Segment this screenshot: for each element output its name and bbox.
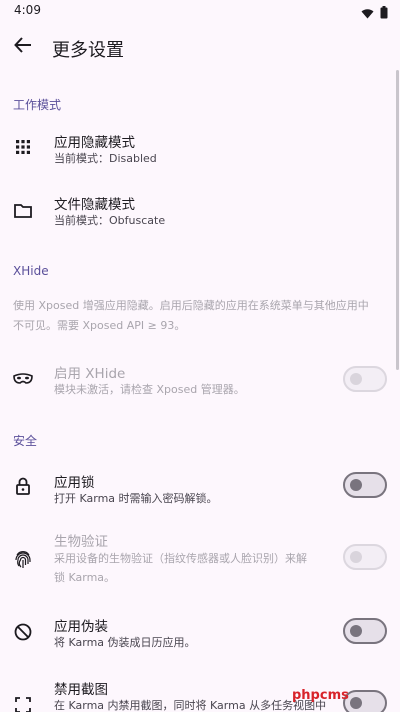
section-header-xhide: XHide [13,264,49,278]
arrow-back-icon [14,37,32,57]
switch-knob [350,373,362,385]
app-lock-title: 应用锁 [54,475,95,491]
file-hide-mode-title: 文件隐藏模式 [54,197,135,213]
app-lock-subtitle: 打开 Karma 时需输入密码解锁。 [54,492,218,505]
disguise-icon [12,621,34,643]
app-hide-mode-subtitle: 当前模式：Disabled [54,152,157,165]
app-bar: 更多设置 [0,24,400,70]
fingerprint-icon [12,548,34,570]
biometric-title: 生物验证 [54,534,108,550]
xhide-info-line-1: 使用 Xposed 增强应用隐藏。启用后隐藏的应用在系统菜单与其他应用中 [13,299,369,312]
disable-screenshot-title: 禁用截图 [54,682,108,698]
lock-icon [12,475,34,497]
section-header-security: 安全 [13,434,38,448]
watermark: phpcms [292,688,349,703]
app-lock-switch[interactable] [343,472,387,498]
status-time: 4:09 [14,3,41,17]
biometric-item[interactable]: 生物验证 采用设备的生物验证（指纹传感器或人脸识别）来解 锁 Karma。 [0,528,400,592]
biometric-subtitle-line-2: 锁 Karma。 [54,571,116,584]
file-hide-mode-item[interactable]: 文件隐藏模式 当前模式：Obfuscate [0,184,400,242]
app-lock-item[interactable]: 应用锁 打开 Karma 时需输入密码解锁。 [0,462,400,520]
switch-knob [350,551,362,563]
app-hide-mode-item[interactable]: 应用隐藏模式 当前模式：Disabled [0,122,400,180]
screenshot-icon [12,694,34,712]
file-hide-mode-subtitle: 当前模式：Obfuscate [54,214,166,227]
app-disguise-item[interactable]: 应用伪装 将 Karma 伪装成日历应用。 [0,608,400,666]
wifi-icon [361,4,374,23]
app-disguise-switch[interactable] [343,618,387,644]
enable-xhide-item[interactable]: 启用 XHide 模块未激活，请检查 Xposed 管理器。 [0,352,400,408]
app-disguise-subtitle: 将 Karma 伪装成日历应用。 [54,636,196,649]
enable-xhide-title: 启用 XHide [54,366,126,382]
xhide-info-line-2: 不可见。需要 Xposed API ≥ 93。 [13,319,186,332]
switch-knob [350,625,362,637]
mask-icon [12,368,34,390]
disable-screenshot-switch[interactable] [343,690,387,712]
page-title: 更多设置 [52,40,124,61]
app-disguise-title: 应用伪装 [54,619,108,635]
enable-xhide-subtitle: 模块未激活，请检查 Xposed 管理器。 [54,383,245,396]
enable-xhide-switch[interactable] [343,366,387,392]
back-button[interactable] [10,34,36,60]
disable-screenshot-subtitle: 在 Karma 内禁用截图，同时将 Karma 从多任务视图中 [54,699,327,712]
status-bar: 4:09 [0,0,400,24]
biometric-switch[interactable] [343,544,387,570]
app-hide-mode-title: 应用隐藏模式 [54,135,135,151]
grid-icon [12,136,34,158]
status-icons [361,4,388,23]
battery-icon [380,4,388,23]
switch-knob [350,697,362,709]
switch-knob [350,479,362,491]
folder-icon [12,199,34,221]
section-header-work-mode: 工作模式 [13,98,62,112]
biometric-subtitle-line-1: 采用设备的生物验证（指纹传感器或人脸识别）来解 [54,552,307,565]
